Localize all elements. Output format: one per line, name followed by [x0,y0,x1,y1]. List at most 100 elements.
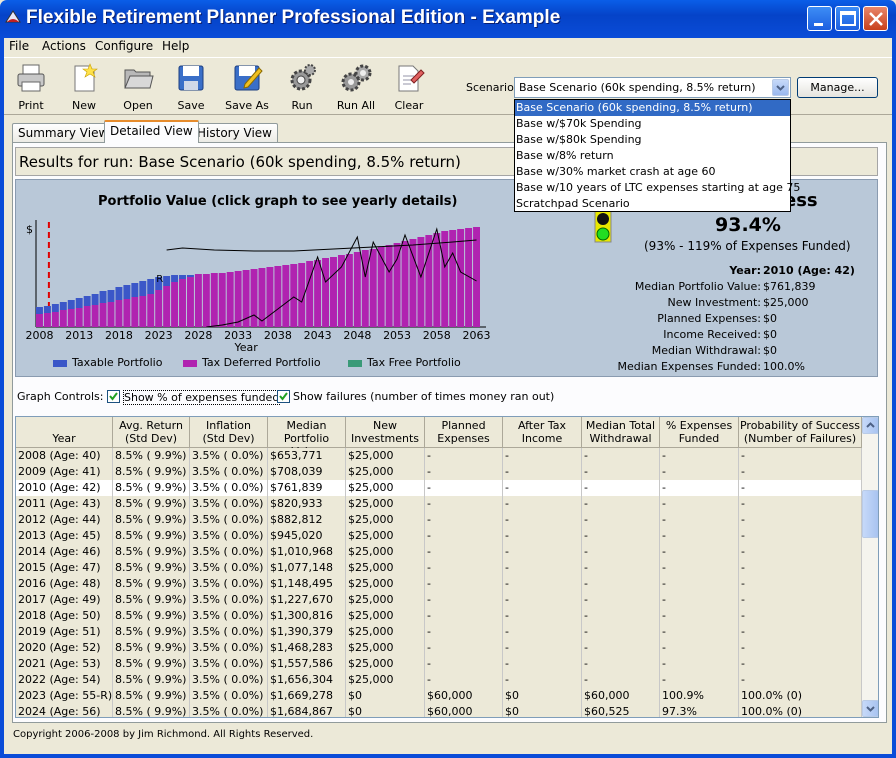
table-row[interactable]: 2013 (Age: 45) 8.5% ( 9.9%) 3.5% ( 0.0%) $9… [16,528,862,544]
table-cell: - [582,480,660,496]
column-header[interactable]: Year [16,417,113,448]
column-header[interactable]: Median Portfolio Value [268,417,346,458]
table-row[interactable]: 2016 (Age: 48) 8.5% ( 9.9%) 3.5% ( 0.0%) $1… [16,576,862,592]
scroll-down-button[interactable] [862,700,878,717]
scenario-option[interactable]: Base w/$80k Spending [515,132,790,148]
table-row[interactable]: 2008 (Age: 40) 8.5% ( 9.9%) 3.5% ( 0.0%) $6… [16,448,862,464]
table-cell: 97.3% [660,704,739,717]
scenario-dropdown-button[interactable] [772,79,789,96]
stat-value: 100.0% [763,360,805,373]
scenario-option[interactable]: Scratchpad Scenario [515,196,790,212]
table-cell: 8.5% ( 9.9%) [113,512,190,528]
table-cell: $1,148,495 [268,576,346,592]
table-row[interactable]: 2022 (Age: 54) 8.5% ( 9.9%) 3.5% ( 0.0%) $1… [16,672,862,688]
tab-summary-view[interactable]: Summary View [12,123,115,142]
table-cell: $708,039 [268,464,346,480]
table-row[interactable]: 2009 (Age: 41) 8.5% ( 9.9%) 3.5% ( 0.0%) $7… [16,464,862,480]
scenario-select[interactable]: Base Scenario (60k spending, 8.5% return… [514,77,791,98]
success-percent: 93.4% [715,214,781,236]
run-label: Run [291,99,313,112]
table-row[interactable]: 2014 (Age: 46) 8.5% ( 9.9%) 3.5% ( 0.0%) $1… [16,544,862,560]
stat-year: Year: 2010 (Age: 42) [16,264,879,280]
scenario-option[interactable]: Base Scenario (60k spending, 8.5% return… [515,100,790,116]
table-row[interactable]: 2020 (Age: 52) 8.5% ( 9.9%) 3.5% ( 0.0%) $1… [16,640,862,656]
table-cell: - [660,496,739,512]
table-cell: 2012 (Age: 44) [16,512,113,528]
table-cell: - [503,480,582,496]
column-header[interactable]: New Investments [346,417,425,448]
table-cell: - [660,480,739,496]
column-header[interactable]: Median Total Withdrawal [582,417,660,448]
table-cell: - [660,560,739,576]
stat-value: $0 [763,344,777,357]
scroll-up-button[interactable] [862,417,878,434]
table-row[interactable]: 2021 (Age: 53) 8.5% ( 9.9%) 3.5% ( 0.0%) $1… [16,656,862,672]
table-cell: 3.5% ( 0.0%) [190,608,268,624]
minimize-button[interactable] [807,6,832,31]
table-cell: 8.5% ( 9.9%) [113,608,190,624]
table-cell: 8.5% ( 9.9%) [113,592,190,608]
table-cell: - [660,576,739,592]
table-cell: 8.5% ( 9.9%) [113,464,190,480]
table-row[interactable]: 2024 (Age: 56) 8.5% ( 9.9%) 3.5% ( 0.0%) $1… [16,704,862,717]
table-cell: - [503,464,582,480]
table-cell: 3.5% ( 0.0%) [190,592,268,608]
tab-history-view[interactable]: History View [191,123,278,142]
chevron-down-icon [776,85,785,91]
table-row[interactable]: 2010 (Age: 42) 8.5% ( 9.9%) 3.5% ( 0.0%) $7… [16,480,862,496]
table-cell: - [582,512,660,528]
table-cell: 3.5% ( 0.0%) [190,672,268,688]
scenario-dropdown-list[interactable]: Base Scenario (60k spending, 8.5% return… [514,99,800,212]
scroll-thumb[interactable] [862,490,878,538]
column-header[interactable]: Planned Expenses [425,417,503,448]
menu-actions[interactable]: Actions [42,39,86,53]
column-header[interactable]: Inflation (Std Dev) [190,417,268,448]
table-row[interactable]: 2019 (Age: 51) 8.5% ( 9.9%) 3.5% ( 0.0%) $1… [16,624,862,640]
column-header[interactable]: % Expenses Funded [660,417,739,448]
table-cell: - [503,528,582,544]
table-row[interactable]: 2018 (Age: 50) 8.5% ( 9.9%) 3.5% ( 0.0%) $1… [16,608,862,624]
table-row[interactable]: 2011 (Age: 43) 8.5% ( 9.9%) 3.5% ( 0.0%) $8… [16,496,862,512]
table-cell: - [582,496,660,512]
scenario-option[interactable]: Base w/8% return [515,148,790,164]
menu-file[interactable]: File [9,39,29,53]
table-row[interactable]: 2015 (Age: 47) 8.5% ( 9.9%) 3.5% ( 0.0%) $1… [16,560,862,576]
column-header[interactable]: Probability of Success (Number of Failur… [739,417,862,448]
stat-label: Median Expenses Funded: [617,360,761,373]
scenario-option[interactable]: Base w/30% market crash at age 60 [515,164,790,180]
menu-configure[interactable]: Configure [95,39,153,53]
table-cell: 8.5% ( 9.9%) [113,496,190,512]
table-cell: $25,000 [346,672,425,688]
table-header: Year Avg. Return (Std Dev) Inflation (Std … [16,417,862,458]
title-bar[interactable]: Flexible Retirement Planner Professional… [0,0,896,38]
scenario-option[interactable]: Base w/$70k Spending [515,116,790,132]
app-icon [5,10,21,23]
tab-detailed-view[interactable]: Detailed View [104,120,199,143]
table-cell: - [582,464,660,480]
menu-help[interactable]: Help [162,39,189,53]
close-button[interactable] [863,6,888,31]
table-cell: 3.5% ( 0.0%) [190,480,268,496]
table-cell: $60,000 [425,688,503,704]
table-scrollbar[interactable] [862,417,878,717]
minimize-icon [814,23,823,26]
stat-value: $0 [763,312,777,325]
stat-label: Median Portfolio Value: [634,280,761,293]
show-failures-checkbox[interactable] [277,390,290,403]
table-row[interactable]: 2023 (Age: 55-R) 8.5% ( 9.9%) 3.5% ( 0.0%)… [16,688,862,704]
column-header[interactable]: Avg. Return (Std Dev) [113,417,190,448]
show-pct-checkbox[interactable] [107,390,120,403]
show-pct-label[interactable]: Show % of expenses funded [123,390,281,405]
table-row[interactable]: 2012 (Age: 44) 8.5% ( 9.9%) 3.5% ( 0.0%) $8… [16,512,862,528]
scenario-option[interactable]: Base w/10 years of LTC expenses starting… [515,180,800,196]
show-failures-label[interactable]: Show failures (number of times money ran… [293,390,554,403]
table-cell: - [582,656,660,672]
table-cell: - [582,560,660,576]
table-row[interactable]: 2017 (Age: 49) 8.5% ( 9.9%) 3.5% ( 0.0%) $1… [16,592,862,608]
column-header[interactable]: After Tax Income [503,417,582,448]
manage-button[interactable]: Manage... [797,77,878,98]
new-document-icon [74,63,98,92]
table-cell: $25,000 [346,480,425,496]
maximize-button[interactable] [835,6,860,31]
table-cell: - [425,544,503,560]
